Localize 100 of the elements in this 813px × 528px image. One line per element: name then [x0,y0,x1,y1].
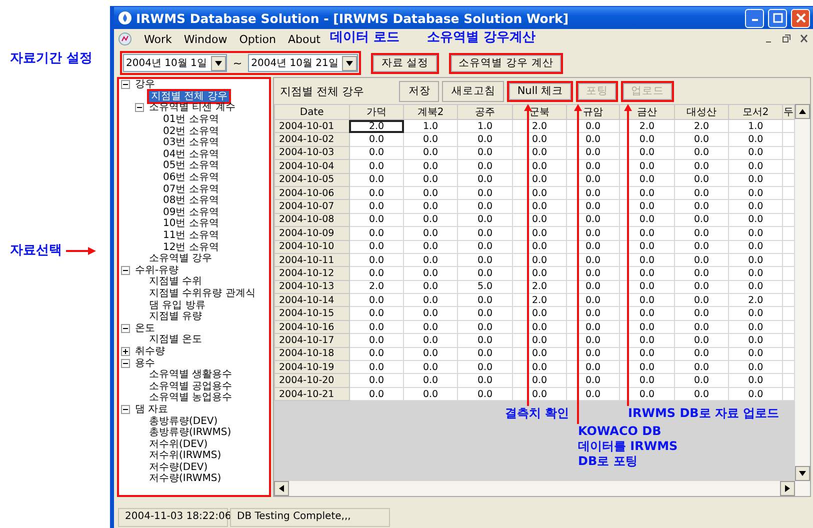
tree-item[interactable]: 06번 소유역 [161,172,221,184]
menu-item[interactable]: Work [144,32,172,46]
table-cell[interactable]: 0.0 [620,173,674,186]
table-cell[interactable]: 0.0 [620,226,674,240]
table-cell[interactable]: 0.0 [404,374,458,388]
table-cell[interactable]: 0.0 [457,374,513,388]
table-cell[interactable]: 0.0 [728,374,782,388]
table-cell[interactable]: 0.0 [512,266,566,280]
collapse-icon[interactable] [121,324,130,333]
table-cell[interactable]: 0.0 [566,253,620,267]
table-cell[interactable]: 1.0 [404,120,458,133]
table-cell[interactable]: 1.0 [457,120,513,133]
table-cell[interactable]: 0.0 [349,334,404,348]
table-cell[interactable]: 0.0 [674,213,729,227]
collapse-icon[interactable] [121,358,130,368]
tree-item[interactable]: 지점별 수위유량 관계식 [147,288,258,299]
table-cell[interactable]: 0.0 [728,320,782,334]
tree-item[interactable]: 총방류량(IRWMS) [147,427,234,438]
table-cell[interactable]: 0.0 [457,213,513,227]
table-cell[interactable]: 0.0 [566,294,620,307]
tree-item[interactable]: 12번 소유역 [161,242,221,253]
table-cell[interactable]: 0.0 [349,146,404,160]
table-cell[interactable]: 0.0 [457,387,513,401]
tree-item[interactable]: 09번 소유역 [161,206,221,218]
column-header[interactable]: 군북 [512,104,566,120]
tree-item[interactable]: 온도 [133,322,157,334]
table-cell[interactable]: 0.0 [566,213,620,227]
table-cell[interactable]: 0.0 [512,387,566,401]
table-cell[interactable]: 0.0 [728,186,782,200]
tree-item[interactable]: 지점별 온도 [147,334,204,346]
table-cell[interactable]: 0.0 [620,374,674,388]
table-cell[interactable]: 0.0 [728,266,782,280]
table-cell[interactable]: 0.0 [566,226,620,240]
table-cell[interactable]: 0.0 [457,253,513,267]
table-cell[interactable]: 0.0 [457,266,513,280]
table-cell[interactable]: 0.0 [566,280,620,294]
table-cell[interactable]: 0.0 [349,306,404,320]
table-cell[interactable]: 0.0 [349,240,404,254]
column-header[interactable]: 계북2 [404,104,458,120]
horizontal-scrollbar[interactable] [274,481,810,496]
table-cell[interactable]: 0.0 [566,146,620,160]
table-cell[interactable]: 0.0 [566,240,620,254]
table-cell[interactable]: 0.0 [349,387,404,401]
table-cell[interactable]: 0.0 [512,240,566,254]
table-cell[interactable]: 0.0 [674,280,729,294]
table-cell[interactable]: 0.0 [566,120,620,133]
table-cell[interactable]: 0.0 [349,253,404,267]
table-cell[interactable]: 0.0 [512,360,566,374]
table-cell[interactable]: 0.0 [349,347,404,361]
table-cell[interactable]: 0.0 [620,200,674,214]
table-cell[interactable]: 0.0 [566,347,620,361]
table-cell[interactable]: 0.0 [404,186,458,200]
table-cell[interactable]: 0.0 [728,146,782,160]
table-cell[interactable]: 0.0 [404,280,458,294]
table-cell[interactable]: 0.0 [728,306,782,320]
column-header[interactable]: 두 [782,104,794,120]
table-cell[interactable]: 0.0 [620,240,674,254]
table-cell[interactable]: 0.0 [349,266,404,280]
collapse-icon[interactable] [135,103,144,112]
action-button[interactable]: Null 체크 [507,80,573,102]
end-date-picker[interactable]: 2004년 10월 21일 [248,54,358,72]
table-cell[interactable]: 0.0 [728,132,782,146]
table-cell[interactable]: 0.0 [728,160,782,174]
table-cell[interactable]: 0.0 [457,240,513,254]
action-button[interactable]: 저장 [399,80,440,102]
table-cell[interactable]: 0.0 [349,360,404,374]
table-cell[interactable]: 0.0 [512,186,566,200]
table-cell[interactable]: 0.0 [457,294,513,307]
table-cell[interactable]: 0.0 [349,226,404,240]
close-button[interactable] [791,8,810,28]
table-cell[interactable]: 0.0 [674,200,729,214]
table-cell[interactable]: 0.0 [566,160,620,174]
tree-item[interactable]: 취수량 [133,346,167,357]
table-cell[interactable]: 0.0 [674,226,729,240]
table-cell[interactable]: 0.0 [404,146,458,160]
table-cell[interactable]: 0.0 [728,360,782,374]
tree-item[interactable]: 소유역별 강우 [147,253,214,264]
tree-item[interactable]: 용수 [133,358,157,369]
menu-item[interactable]: Window [184,32,228,46]
table-cell[interactable]: 0.0 [349,213,404,227]
table-cell[interactable]: 0.0 [512,173,566,186]
table-cell[interactable]: 0.0 [512,146,566,160]
menu-item[interactable]: Option [239,32,276,46]
table-cell[interactable]: 0.0 [566,320,620,334]
table-cell[interactable]: 0.0 [674,360,729,374]
table-cell[interactable]: 0.0 [512,200,566,214]
table-cell[interactable]: 0.0 [566,266,620,280]
table-cell[interactable]: 0.0 [404,173,458,186]
table-cell[interactable]: 2.0 [512,120,566,133]
table-cell[interactable]: 0.0 [674,240,729,254]
table-cell[interactable]: 0.0 [512,132,566,146]
table-cell[interactable]: 2.0 [674,120,729,133]
table-cell[interactable]: 0.0 [457,347,513,361]
table-cell[interactable]: 0.0 [674,387,729,401]
table-cell[interactable]: 0.0 [728,253,782,267]
table-cell[interactable]: 0.0 [457,200,513,214]
table-cell[interactable]: 0.0 [728,387,782,401]
table-cell[interactable]: 0.0 [404,213,458,227]
table-cell[interactable]: 0.0 [349,132,404,146]
table-cell[interactable]: 0.0 [349,320,404,334]
